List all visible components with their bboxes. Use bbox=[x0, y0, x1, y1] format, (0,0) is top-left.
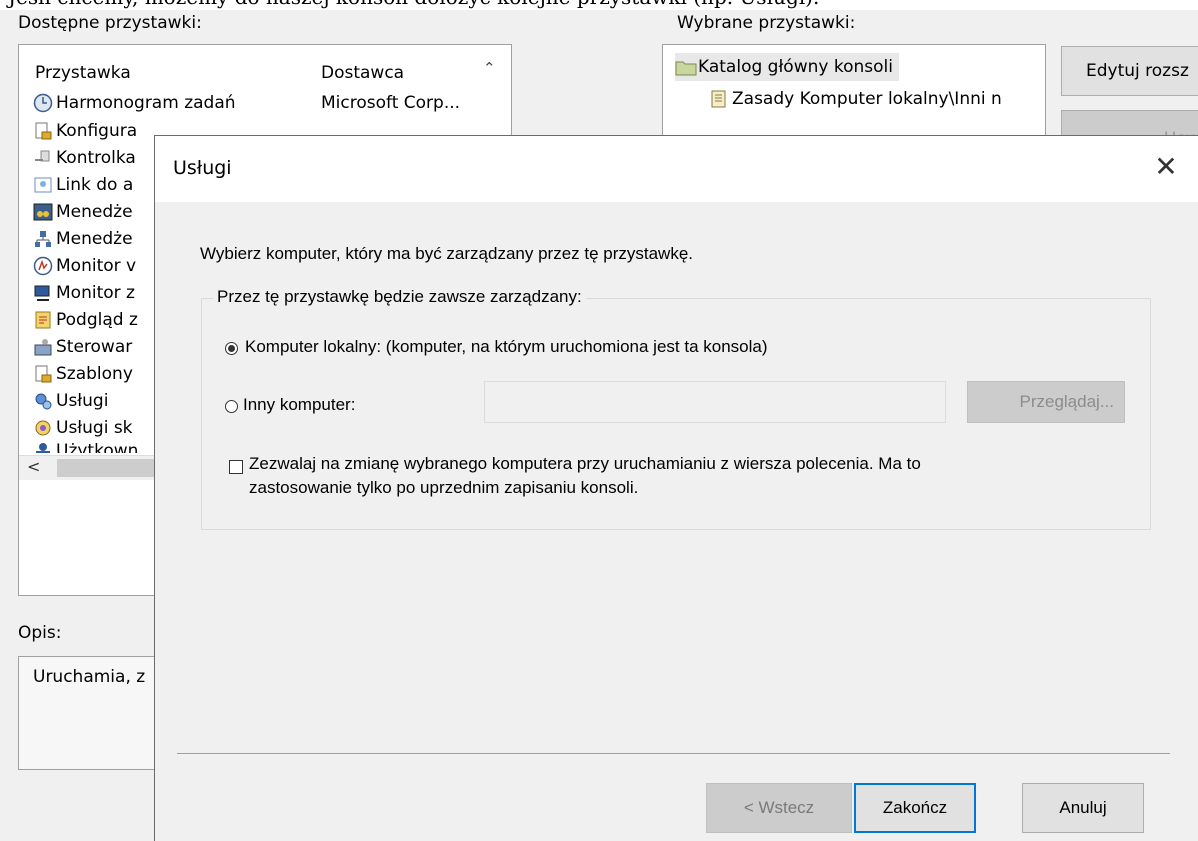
finish-button[interactable]: Zakończ bbox=[854, 783, 976, 833]
tree-item-policy[interactable]: Zasady Komputer lokalny\Inni n bbox=[709, 85, 1002, 113]
col-header-vendor[interactable]: Dostawca bbox=[321, 63, 404, 83]
cancel-button[interactable]: Anuluj bbox=[1022, 783, 1144, 833]
list-item[interactable]: Usługi bbox=[33, 387, 108, 414]
list-item-label: Usługi bbox=[56, 390, 109, 411]
list-item[interactable]: Link do a bbox=[33, 171, 133, 198]
browse-button[interactable]: Przeglądaj... bbox=[967, 381, 1125, 423]
services-dialog: Usługi ✕ Wybierz komputer, który ma być … bbox=[154, 135, 1198, 841]
other-computer-label[interactable]: Inny komputer: bbox=[243, 395, 355, 415]
component-services-icon bbox=[33, 418, 53, 438]
gears-icon bbox=[33, 391, 53, 411]
list-item-label: Użytkown bbox=[56, 441, 139, 453]
other-computer-radio[interactable] bbox=[225, 400, 238, 413]
list-item[interactable]: Menedże bbox=[33, 225, 133, 252]
scroll-left-icon[interactable]: < bbox=[27, 457, 40, 476]
list-item-vendor: Microsoft Corp... bbox=[321, 93, 461, 113]
list-item-label: Kontrolka bbox=[56, 147, 136, 168]
clock-icon bbox=[33, 93, 53, 113]
col-header-snapin[interactable]: Przystawka bbox=[35, 63, 131, 83]
dialog-title: Usługi bbox=[173, 157, 232, 179]
list-item[interactable]: Sterowar bbox=[33, 333, 132, 360]
tree-item-label: Zasady Komputer lokalny\Inni n bbox=[732, 89, 1002, 109]
group-label: Przez tę przystawkę będzie zawsze zarząd… bbox=[213, 287, 586, 307]
list-item[interactable]: Konfigura bbox=[33, 117, 137, 144]
list-item-label: Szablony bbox=[56, 363, 133, 384]
list-item[interactable]: Szablony bbox=[33, 360, 133, 387]
list-item-label: Harmonogram zadań bbox=[56, 92, 236, 113]
back-button[interactable]: < Wstecz bbox=[706, 783, 852, 833]
description-label: Opis: bbox=[18, 623, 62, 643]
users-icon bbox=[33, 441, 53, 453]
tree-item-label: Katalog główny konsoli bbox=[698, 57, 893, 77]
tree-item-root[interactable]: Katalog główny konsoli bbox=[675, 53, 899, 81]
list-item-label: Podgląd z bbox=[56, 309, 138, 330]
allow-change-checkbox[interactable] bbox=[229, 460, 243, 474]
close-icon[interactable]: ✕ bbox=[1152, 153, 1180, 182]
footer-divider bbox=[177, 753, 1170, 754]
dialog-prompt: Wybierz komputer, który ma być zarządzan… bbox=[200, 244, 694, 263]
caption-text: Jeśli chcemy, możemy do naszej konsoli d… bbox=[8, 0, 819, 9]
monitor-icon bbox=[33, 256, 53, 276]
dialog-titlebar: Usługi ✕ bbox=[155, 136, 1198, 202]
network-icon bbox=[33, 229, 53, 249]
monitor-z-icon bbox=[33, 283, 53, 303]
list-item-label: Menedże bbox=[56, 228, 133, 249]
list-item[interactable]: Menedże bbox=[33, 198, 133, 225]
available-label: Dostępne przystawki: bbox=[18, 13, 202, 33]
other-computer-input[interactable] bbox=[484, 381, 946, 423]
list-item[interactable]: Harmonogram zadań bbox=[33, 89, 236, 116]
description-text: Uruchamia, z bbox=[33, 667, 146, 687]
manager-icon bbox=[33, 202, 53, 222]
edit-extensions-button[interactable]: Edytuj rozsz bbox=[1061, 46, 1198, 96]
selected-tree[interactable]: Katalog główny konsoli Zasady Komputer l… bbox=[662, 44, 1046, 146]
folder-icon bbox=[675, 57, 697, 77]
list-item-label: Link do a bbox=[56, 174, 134, 195]
list-item[interactable]: Monitor z bbox=[33, 279, 135, 306]
list-item-label: Sterowar bbox=[56, 336, 133, 357]
component-icon bbox=[33, 148, 53, 168]
list-item[interactable]: Użytkown bbox=[33, 441, 138, 453]
link-icon bbox=[33, 175, 53, 195]
allow-change-label[interactable]: Zezwalaj na zmianę wybranego komputera p… bbox=[249, 454, 921, 474]
selected-label: Wybrane przystawki: bbox=[677, 13, 856, 33]
list-item-label: Menedże bbox=[56, 201, 133, 222]
lock-doc-icon bbox=[33, 121, 53, 141]
list-item[interactable]: Kontrolka bbox=[33, 144, 136, 171]
viewer-icon bbox=[33, 310, 53, 330]
local-computer-radio[interactable] bbox=[225, 342, 238, 355]
list-item[interactable]: Monitor v bbox=[33, 252, 136, 279]
allow-change-label-cont: zastosowanie tylko po uprzednim zapisani… bbox=[249, 478, 639, 497]
list-item-label: Usługi sk bbox=[56, 417, 133, 438]
local-computer-label[interactable]: Komputer lokalny: (komputer, na którym u… bbox=[245, 337, 768, 357]
scrollbar-thumb[interactable] bbox=[57, 459, 157, 477]
control-icon bbox=[33, 337, 53, 357]
caption-strip: Jeśli chcemy, możemy do naszej konsoli d… bbox=[0, 0, 1198, 10]
list-item-label: Konfigura bbox=[56, 120, 138, 141]
list-item-label: Monitor z bbox=[56, 282, 135, 303]
scroll-up-icon[interactable]: ⌃ bbox=[483, 59, 496, 77]
list-item-label: Monitor v bbox=[56, 255, 137, 276]
list-item[interactable]: Usługi sk bbox=[33, 414, 133, 441]
list-item[interactable]: Podgląd z bbox=[33, 306, 138, 333]
policy-icon bbox=[709, 89, 729, 109]
template-icon bbox=[33, 364, 53, 384]
